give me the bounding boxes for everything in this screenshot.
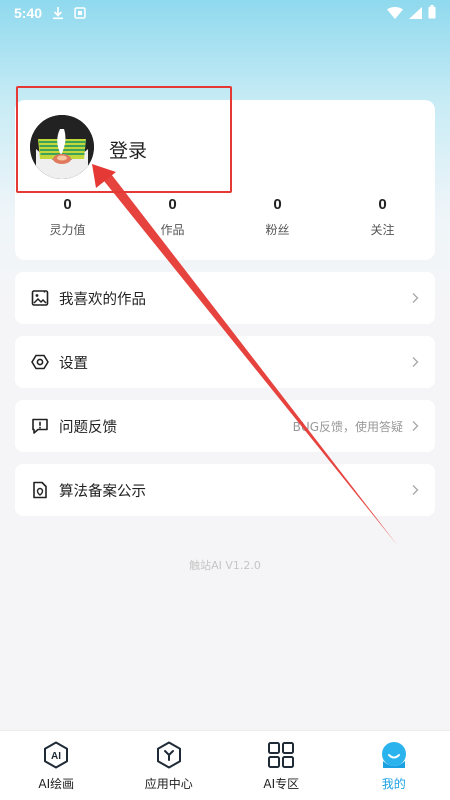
ai-paint-icon: AI — [42, 741, 70, 769]
menu-item-settings[interactable]: 设置 — [15, 336, 435, 388]
menu-item-favorites[interactable]: 我喜欢的作品 — [15, 272, 435, 324]
chevron-right-icon — [411, 484, 419, 496]
tab-mine[interactable]: 我的 — [338, 731, 450, 800]
tab-ai-zone[interactable]: AI专区 — [225, 731, 338, 800]
stat-label: 关注 — [370, 223, 395, 237]
annotation-highlight-box — [16, 86, 232, 193]
stat-label: 粉丝 — [265, 223, 290, 237]
stat-value: 0 — [378, 196, 387, 213]
wifi-icon — [387, 4, 403, 23]
image-icon — [31, 289, 49, 307]
stat-value: 0 — [273, 196, 282, 213]
stats-row: 0 灵力值 0 作品 0 粉丝 0 关注 — [15, 196, 435, 238]
status-time: 5:40 — [14, 5, 43, 21]
stat-works[interactable]: 0 作品 — [120, 196, 225, 238]
chevron-right-icon — [411, 356, 419, 368]
settings-icon — [31, 353, 49, 371]
stat-label: 作品 — [160, 223, 185, 237]
menu-hint: BUG反馈，使用答疑 — [292, 419, 403, 434]
profile-face-icon — [380, 741, 408, 769]
notification-icon — [74, 7, 86, 19]
tab-ai-paint[interactable]: AI AI绘画 — [0, 731, 113, 800]
grid-icon — [267, 741, 295, 769]
tab-app-center[interactable]: 应用中心 — [113, 731, 226, 800]
menu-label: 问题反馈 — [59, 419, 117, 436]
stat-label: 灵力值 — [49, 223, 86, 237]
svg-text:AI: AI — [51, 751, 61, 762]
app-center-icon — [155, 741, 183, 769]
menu-label: 设置 — [59, 355, 88, 372]
tab-label: AI专区 — [263, 777, 300, 791]
stat-value: 0 — [63, 196, 72, 213]
bottom-tab-bar: AI AI绘画 应用中心 AI专区 我的 — [0, 730, 450, 800]
status-bar: 5:40 — [0, 0, 450, 26]
stat-following[interactable]: 0 关注 — [330, 196, 435, 238]
menu-item-algorithm-filing[interactable]: 算法备案公示 — [15, 464, 435, 516]
tab-label: 我的 — [381, 777, 406, 791]
tab-label: 应用中心 — [144, 777, 193, 791]
battery-icon — [428, 4, 436, 23]
chevron-right-icon — [411, 420, 419, 432]
menu-item-feedback[interactable]: 问题反馈 BUG反馈，使用答疑 — [15, 400, 435, 452]
stat-spirit[interactable]: 0 灵力值 — [15, 196, 120, 238]
menu-label: 我喜欢的作品 — [59, 291, 146, 308]
stat-fans[interactable]: 0 粉丝 — [225, 196, 330, 238]
menu-label: 算法备案公示 — [59, 483, 146, 500]
feedback-icon — [31, 417, 49, 435]
tab-label: AI绘画 — [38, 777, 75, 791]
stat-value: 0 — [168, 196, 177, 213]
signal-icon — [409, 4, 422, 23]
app-version: 触站AI V1.2.0 — [189, 559, 261, 572]
chevron-right-icon — [411, 292, 419, 304]
document-location-icon — [31, 481, 49, 499]
download-icon — [52, 6, 64, 20]
